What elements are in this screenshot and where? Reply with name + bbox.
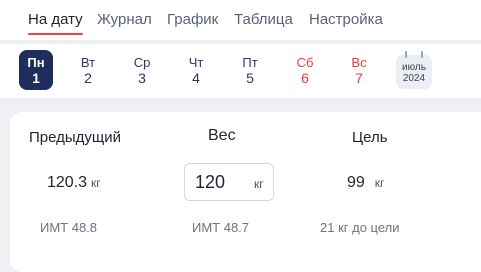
calendar-icon-ring	[421, 51, 423, 58]
month-label: июль	[402, 62, 426, 73]
day-friday[interactable]: Пт 5	[233, 50, 267, 90]
goal-weight: 99 кг	[347, 174, 384, 192]
day-name: Сб	[296, 55, 314, 70]
tab-journal[interactable]: Журнал	[97, 11, 152, 28]
weight-field[interactable]: кг	[184, 163, 274, 201]
day-monday[interactable]: Пн 1	[19, 50, 53, 90]
day-thursday[interactable]: Чт 4	[179, 50, 213, 90]
weight-summary-card: Предыдущий Вес Цель 120.3кг кг 99кг ИМТ …	[10, 112, 481, 272]
goal-title: Цель	[352, 129, 388, 146]
goal-weight-unit: кг	[374, 176, 385, 190]
month-picker-button[interactable]: июль 2024	[396, 51, 432, 89]
day-sunday[interactable]: Вс 7	[342, 50, 376, 90]
day-date: 5	[246, 70, 254, 86]
previous-title: Предыдущий	[29, 129, 122, 146]
day-date: 1	[32, 70, 40, 86]
day-wednesday[interactable]: Ср 3	[125, 50, 159, 90]
weight-unit: кг	[254, 177, 264, 191]
goal-weight-value: 99	[347, 174, 365, 191]
tab-table[interactable]: Таблица	[234, 11, 293, 28]
tab-on-date[interactable]: На дату	[28, 11, 83, 28]
previous-weight: 120.3 кг	[47, 174, 101, 192]
day-date: 6	[301, 70, 309, 86]
day-name: Вс	[351, 55, 367, 70]
calendar-icon	[405, 51, 407, 58]
year-label: 2024	[402, 73, 426, 84]
day-saturday[interactable]: Сб 6	[288, 50, 322, 90]
day-date: 2	[84, 70, 92, 86]
current-bmi: ИМТ 48.7	[192, 220, 250, 235]
day-name: Пн	[27, 55, 45, 70]
goal-remaining: 21 кг до цели	[320, 220, 400, 235]
day-date: 4	[192, 70, 200, 86]
weight-input[interactable]	[195, 172, 245, 193]
previous-weight-value: 120.3	[47, 174, 88, 191]
day-date: 3	[138, 70, 146, 86]
day-tuesday[interactable]: Вт 2	[71, 50, 105, 90]
top-tab-bar: На дату Журнал График Таблица Настройка	[0, 0, 481, 40]
tab-chart[interactable]: График	[167, 11, 218, 28]
active-tab-indicator	[28, 33, 83, 35]
day-name: Ср	[133, 55, 151, 70]
day-name: Вт	[80, 55, 96, 70]
day-name: Чт	[188, 55, 204, 70]
day-name: Пт	[242, 55, 258, 70]
day-date: 7	[355, 70, 363, 86]
weight-title: Вес	[208, 127, 236, 144]
week-strip: Пн 1 Вт 2 Ср 3 Чт 4 Пт 5 Сб 6 Вс 7 июль …	[0, 44, 481, 98]
previous-bmi: ИМТ 48.8	[40, 220, 98, 235]
tab-settings[interactable]: Настройка	[309, 11, 383, 28]
previous-weight-unit: кг	[91, 176, 101, 190]
